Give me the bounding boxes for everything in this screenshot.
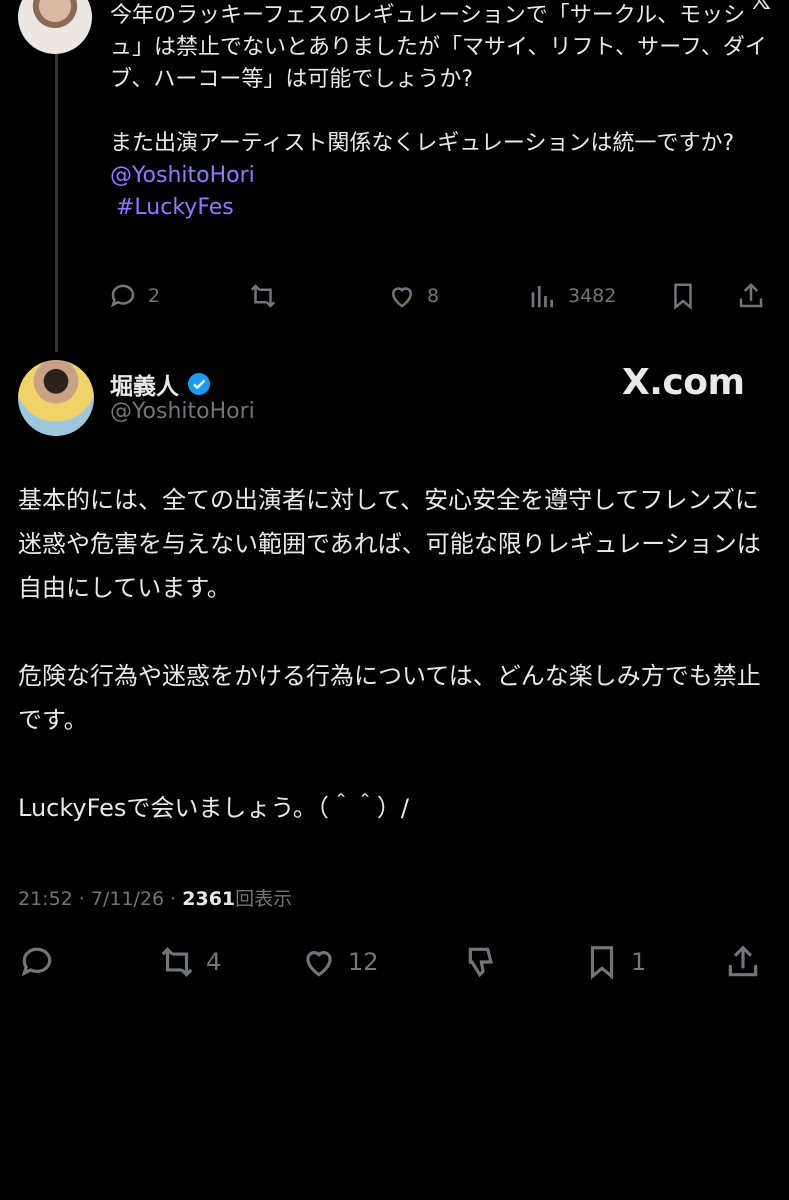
author-name[interactable]: 堀義人 [110,367,211,401]
views-button[interactable]: 3482 [528,281,616,311]
main-bookmark-button[interactable]: 1 [583,943,646,981]
tweet-paragraph: 危険な行為や迷惑をかける行為については、どんな楽しみ方でも禁止です。 [18,662,761,734]
tweet-text: 基本的には、全ての出演者に対して、安心安全を遵守してフレンズに迷惑や危害を与えな… [18,478,778,830]
reply-paragraph: 今年のラッキーフェスのレギュレーションで「サークル、モッシュ」は禁止でないとあり… [110,3,767,92]
reply-button[interactable]: 2 [108,281,160,311]
like-icon [306,951,332,977]
dislike-button[interactable] [464,943,502,981]
dislike-icon [468,947,493,978]
retweet-icon [161,947,193,977]
display-name: 堀義人 [110,374,179,400]
main-retweet-button[interactable]: 4 [158,943,221,981]
main-reply-button[interactable] [18,943,56,981]
view-count: 2361 [182,888,236,910]
bookmark-button[interactable] [668,281,698,311]
thread-connector [55,52,58,352]
retweet-count: 4 [206,948,222,976]
view-label: 回表示 [235,888,293,910]
reply-tweet-text: 今年のラッキーフェスのレギュレーションで「サークル、モッシュ」は禁止でないとあり… [110,0,770,224]
reply-count: 2 [148,285,161,307]
tweet-paragraph: 基本的には、全ての出演者に対して、安心安全を遵守してフレンズに迷惑や危害を与えな… [18,486,761,602]
retweet-icon [250,284,276,308]
share-button[interactable] [736,281,766,311]
reply-icon [21,947,52,977]
hashtag-link[interactable]: #LuckyFes [110,195,234,220]
tweet-timestamp[interactable]: 21:52 · 7/11/26 · [18,888,182,910]
like-icon [391,287,413,308]
share-icon [728,945,758,977]
like-count: 12 [348,948,379,976]
main-like-button[interactable]: 12 [300,943,379,981]
views-icon [531,286,554,308]
author-avatar[interactable] [18,360,94,436]
bookmark-icon [674,283,692,310]
share-icon [739,282,763,308]
bookmark-count: 1 [631,948,647,976]
author-handle[interactable]: @YoshitoHori [110,399,255,424]
tweet-meta: 21:52 · 7/11/26 · 2361回表示 [18,884,292,911]
bookmark-icon [590,946,614,980]
views-count: 3482 [568,285,617,307]
like-count: 8 [427,285,440,307]
reply-icon [110,284,135,308]
like-button[interactable]: 8 [387,281,439,311]
mention-link[interactable]: @YoshitoHori [110,163,255,188]
reply-author-avatar[interactable] [18,0,92,54]
retweet-button[interactable] [248,281,278,311]
x-com-watermark: X.com [622,362,745,403]
verified-badge-icon [188,373,210,395]
reply-paragraph: また出演アーティスト関係なくレギュレーションは統一ですか? [110,131,735,156]
main-share-button[interactable] [724,943,762,981]
tweet-paragraph: LuckyFesで会いましょう。（＾＾）/ [18,794,410,822]
